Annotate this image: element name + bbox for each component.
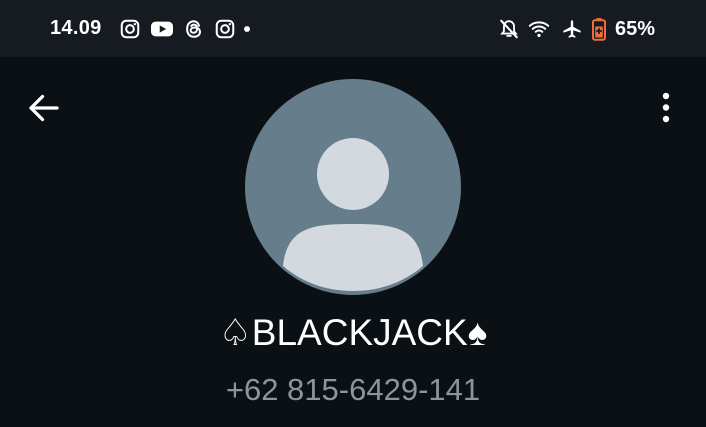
status-bar: 14.09 65% xyxy=(0,0,706,57)
arrow-left-icon xyxy=(29,94,59,122)
battery-percent: 65% xyxy=(615,18,656,40)
contact-phone-number[interactable]: +62 815-6429-141 xyxy=(0,372,706,408)
more-notifications-dot xyxy=(244,26,250,32)
airplane-icon xyxy=(563,20,581,38)
wifi-icon xyxy=(528,21,550,38)
instagram-icon xyxy=(215,19,235,39)
battery-saver-icon xyxy=(592,18,606,41)
threads-icon xyxy=(186,20,201,38)
contact-name: ♤BLACKJACK♠ xyxy=(218,312,488,353)
default-avatar-icon xyxy=(283,138,423,291)
more-vertical-icon xyxy=(662,92,670,123)
back-button[interactable] xyxy=(26,92,60,124)
youtube-icon xyxy=(151,21,173,37)
status-time: 14.09 xyxy=(50,17,102,39)
more-options-button[interactable] xyxy=(656,92,676,124)
bell-muted-icon xyxy=(500,19,518,39)
instagram-icon xyxy=(120,19,140,39)
contact-avatar[interactable] xyxy=(245,79,461,295)
